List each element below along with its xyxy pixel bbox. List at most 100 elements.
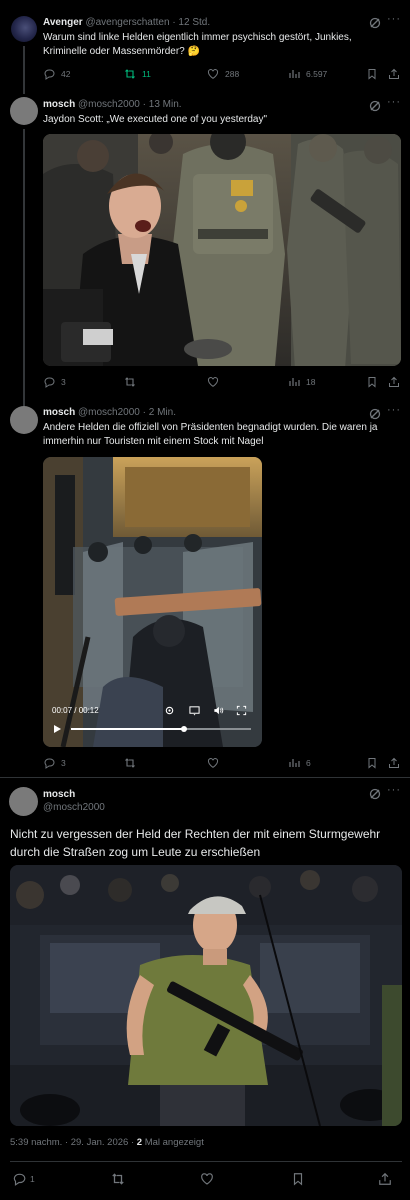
author-handle[interactable]: @avengerschatten	[85, 17, 169, 28]
video-frame	[43, 457, 262, 747]
post-avenger[interactable]: Avenger @avengerschatten · 12 Std. ··· W…	[0, 0, 410, 94]
repost-button[interactable]: 11	[124, 68, 151, 80]
author-name[interactable]: mosch	[43, 99, 75, 110]
more-icon[interactable]: ···	[386, 96, 402, 108]
views-icon	[289, 759, 300, 767]
views-count: 6	[306, 758, 311, 768]
more-icon[interactable]: ···	[386, 13, 402, 25]
video-progress-handle[interactable]	[181, 726, 187, 732]
settings-icon[interactable]	[164, 705, 175, 716]
post-text: Jaydon Scott: „We executed one of you ye…	[43, 114, 268, 125]
reply-count: 1	[30, 1174, 35, 1184]
captions-icon[interactable]	[189, 705, 200, 716]
divider	[10, 1161, 402, 1162]
post-text: Andere Helden die offiziell von Präsiden…	[43, 422, 378, 447]
bookmark-icon	[293, 1173, 303, 1186]
post-timestamp[interactable]: 5:39 nachm. · 29. Jan. 2026 ·	[10, 1137, 134, 1148]
repost-icon	[125, 69, 135, 79]
post-mosch-2[interactable]: mosch @mosch2000 · 2 Min. ··· Andere Hel…	[0, 400, 410, 778]
grok-icon[interactable]	[369, 788, 381, 800]
repost-icon	[125, 758, 135, 768]
author-name[interactable]: Avenger	[43, 17, 83, 28]
author-name[interactable]: mosch	[43, 407, 75, 418]
reply-button[interactable]: 3	[43, 376, 66, 388]
bookmark-button[interactable]	[291, 1172, 311, 1186]
like-button[interactable]	[207, 376, 225, 388]
like-count: 288	[225, 69, 240, 79]
post-photo[interactable]	[43, 134, 401, 366]
like-button[interactable]	[200, 1172, 220, 1186]
reply-count: 42	[61, 69, 71, 79]
grok-icon[interactable]	[369, 100, 381, 112]
post-text: Warum sind linke Helden eigentlich immer…	[43, 32, 352, 57]
reply-count: 3	[61, 377, 66, 387]
play-icon[interactable]	[52, 724, 62, 734]
bookmark-button[interactable]	[366, 376, 384, 388]
post-time[interactable]: · 13 Min.	[143, 99, 182, 110]
action-bar: 1	[12, 1172, 404, 1186]
avatar[interactable]	[11, 16, 37, 42]
repost-icon	[112, 1173, 124, 1185]
avatar[interactable]	[9, 787, 38, 816]
share-icon	[389, 376, 399, 387]
main-post: mosch @mosch2000 ··· Nicht zu vergessen …	[0, 778, 410, 1200]
avatar[interactable]	[10, 406, 38, 434]
like-icon	[207, 377, 219, 387]
share-button[interactable]	[388, 757, 406, 769]
reply-icon	[44, 758, 55, 769]
post-text: Nicht zu vergessen der Held der Rechten …	[10, 827, 381, 859]
views-button[interactable]: 6	[288, 757, 311, 769]
repost-icon	[125, 377, 135, 387]
post-mosch-1[interactable]: mosch @mosch2000 · 13 Min. ··· Jaydon Sc…	[0, 92, 410, 407]
share-icon	[389, 68, 399, 79]
reply-count: 3	[61, 758, 66, 768]
volume-icon[interactable]	[213, 705, 224, 716]
more-icon[interactable]: ···	[386, 404, 402, 416]
share-button[interactable]	[388, 68, 406, 80]
author-handle[interactable]: @mosch2000	[78, 99, 140, 110]
post-time[interactable]: · 12 Std.	[172, 17, 210, 28]
author-handle[interactable]: @mosch2000	[43, 802, 105, 813]
reply-button[interactable]: 1	[12, 1172, 35, 1186]
post-time[interactable]: · 2 Min.	[143, 407, 176, 418]
like-button[interactable]: 288	[207, 68, 239, 80]
post-header: mosch @mosch2000 · 13 Min.	[43, 99, 182, 110]
post-video[interactable]: 00:07 / 00:12	[43, 457, 262, 747]
reply-icon	[44, 377, 55, 388]
avatar[interactable]	[10, 97, 38, 125]
views-button[interactable]: 6.597	[288, 68, 327, 80]
views-label[interactable]: Mal angezeigt	[145, 1137, 204, 1148]
more-icon[interactable]: ···	[386, 784, 402, 796]
post-meta: 5:39 nachm. · 29. Jan. 2026 · 2 Mal ange…	[10, 1137, 204, 1148]
photo-scene	[10, 865, 402, 1126]
share-button[interactable]	[378, 1172, 398, 1186]
pip-icon[interactable]	[236, 705, 247, 716]
reply-button[interactable]: 42	[43, 68, 70, 80]
bookmark-button[interactable]	[366, 757, 384, 769]
grok-icon[interactable]	[369, 408, 381, 420]
video-progress-fill	[71, 728, 184, 730]
repost-button[interactable]	[124, 757, 142, 769]
author-handle[interactable]: @mosch2000	[78, 407, 140, 418]
share-button[interactable]	[388, 376, 406, 388]
repost-count: 11	[142, 69, 151, 79]
share-icon	[379, 1172, 391, 1185]
repost-button[interactable]	[124, 376, 142, 388]
post-photo[interactable]	[10, 865, 402, 1126]
action-bar: 3 6	[43, 757, 399, 771]
post-header: mosch @mosch2000 · 2 Min.	[43, 407, 176, 418]
reply-icon	[13, 1173, 26, 1186]
like-button[interactable]	[207, 757, 225, 769]
repost-button[interactable]	[111, 1172, 131, 1186]
views-count: 18	[306, 377, 316, 387]
views-icon	[289, 378, 300, 386]
bookmark-icon	[368, 758, 376, 769]
reply-button[interactable]: 3	[43, 757, 66, 769]
views-count: 2	[136, 1137, 143, 1148]
bookmark-button[interactable]	[366, 68, 384, 80]
author-name[interactable]: mosch	[43, 789, 75, 800]
bookmark-icon	[368, 69, 376, 80]
share-icon	[389, 757, 399, 768]
grok-icon[interactable]	[369, 17, 381, 29]
views-button[interactable]: 18	[288, 376, 315, 388]
